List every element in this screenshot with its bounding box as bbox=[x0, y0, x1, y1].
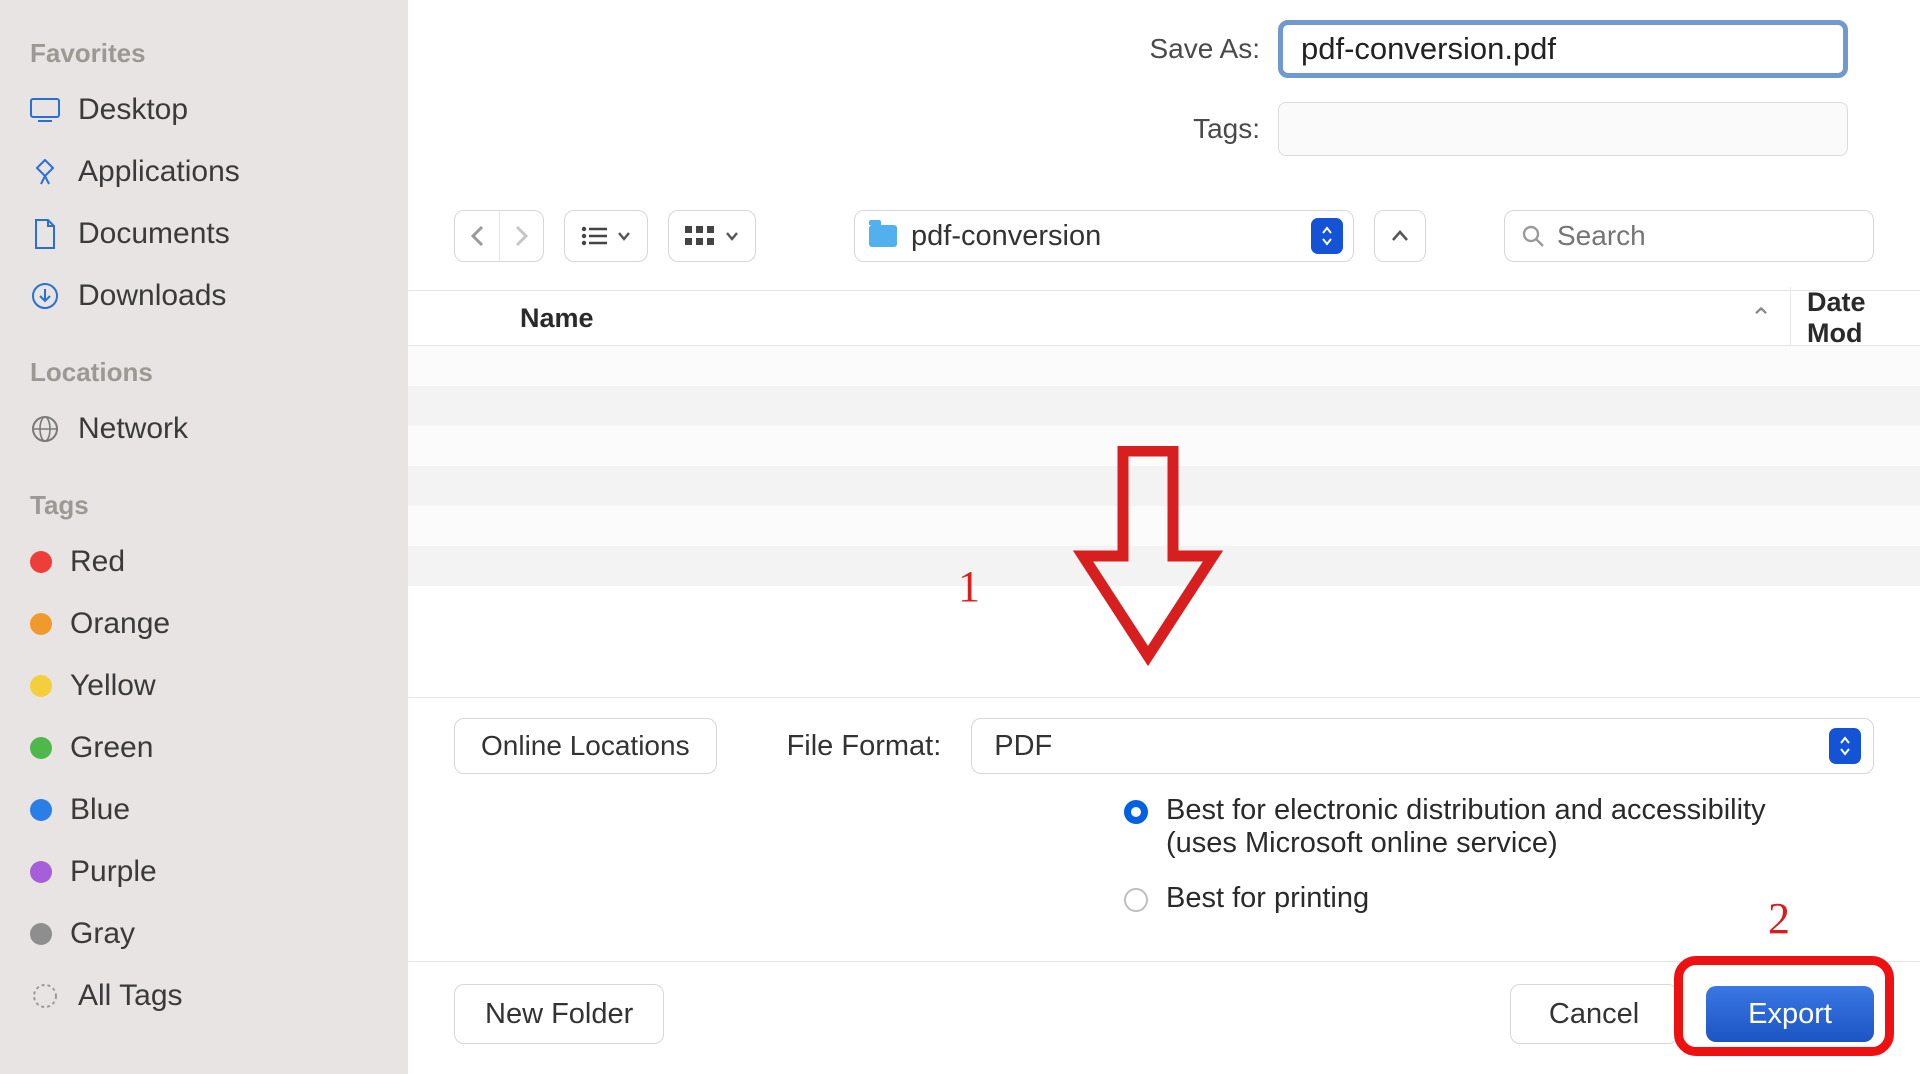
tags-input[interactable] bbox=[1278, 102, 1848, 156]
tags-label: Tags: bbox=[408, 113, 1278, 145]
sidebar-item-label: Green bbox=[70, 731, 153, 765]
radio-icon bbox=[1124, 800, 1148, 824]
sidebar-section-tags: Tags bbox=[0, 482, 408, 531]
all-tags-icon bbox=[30, 981, 60, 1011]
radio-best-printing[interactable]: Best for printing bbox=[1124, 882, 1874, 915]
tag-dot-icon bbox=[30, 551, 52, 573]
sidebar-tag-green[interactable]: Green bbox=[0, 717, 408, 779]
tag-dot-icon bbox=[30, 923, 52, 945]
chevron-down-icon bbox=[617, 231, 631, 241]
sidebar-tag-purple[interactable]: Purple bbox=[0, 841, 408, 903]
sidebar-item-label: Yellow bbox=[70, 669, 156, 703]
radio-label-line: Best for electronic distribution and acc… bbox=[1166, 794, 1766, 827]
collapse-button[interactable] bbox=[1374, 210, 1426, 262]
sidebar-item-documents[interactable]: Documents bbox=[0, 203, 408, 265]
search-field[interactable] bbox=[1504, 210, 1874, 262]
tag-dot-icon bbox=[30, 737, 52, 759]
sidebar-section-locations: Locations bbox=[0, 349, 408, 398]
grid-icon bbox=[685, 226, 715, 246]
sidebar-tag-all[interactable]: All Tags bbox=[0, 965, 408, 1027]
file-format-value: PDF bbox=[994, 730, 1052, 763]
radio-icon bbox=[1124, 888, 1148, 912]
sidebar-item-label: Documents bbox=[78, 217, 230, 251]
sidebar-item-label: Purple bbox=[70, 855, 157, 889]
sidebar-item-label: Applications bbox=[78, 155, 240, 189]
chevron-up-icon bbox=[1391, 230, 1409, 242]
updown-chevron-icon bbox=[1311, 218, 1343, 254]
sort-indicator-icon[interactable]: ⌃ bbox=[1732, 303, 1790, 334]
folder-icon bbox=[869, 225, 897, 247]
tag-dot-icon bbox=[30, 861, 52, 883]
sidebar-tag-yellow[interactable]: Yellow bbox=[0, 655, 408, 717]
sidebar-item-label: Downloads bbox=[78, 279, 226, 313]
sidebar-section-favorites: Favorites bbox=[0, 30, 408, 79]
sidebar-item-label: Desktop bbox=[78, 93, 188, 127]
sidebar-item-downloads[interactable]: Downloads bbox=[0, 265, 408, 327]
sidebar-item-applications[interactable]: Applications bbox=[0, 141, 408, 203]
sidebar-item-label: Red bbox=[70, 545, 125, 579]
documents-icon bbox=[30, 219, 60, 249]
toolbar: pdf-conversion bbox=[408, 210, 1920, 290]
dialog-footer: New Folder Cancel Export bbox=[408, 961, 1920, 1074]
column-name[interactable]: Name bbox=[408, 303, 1732, 334]
back-button[interactable] bbox=[455, 211, 499, 261]
sidebar: Favorites Desktop Applications Documents… bbox=[0, 0, 408, 1074]
applications-icon bbox=[30, 157, 60, 187]
nav-buttons bbox=[454, 210, 544, 262]
search-icon bbox=[1521, 224, 1545, 248]
sidebar-item-label: Network bbox=[78, 412, 188, 446]
view-group-button[interactable] bbox=[668, 210, 756, 262]
sidebar-item-label: Blue bbox=[70, 793, 130, 827]
export-button[interactable]: Export bbox=[1706, 986, 1874, 1042]
online-locations-button[interactable]: Online Locations bbox=[454, 718, 717, 774]
chevron-down-icon bbox=[725, 231, 739, 241]
updown-chevron-icon bbox=[1829, 728, 1861, 764]
tag-dot-icon bbox=[30, 799, 52, 821]
tag-dot-icon bbox=[30, 613, 52, 635]
view-list-button[interactable] bbox=[564, 210, 648, 262]
table-header: Name ⌃ Date Mod bbox=[408, 290, 1920, 346]
file-list: 1 bbox=[408, 346, 1920, 697]
network-icon bbox=[30, 414, 60, 444]
file-format-select[interactable]: PDF bbox=[971, 718, 1874, 774]
file-format-label: File Format: bbox=[787, 730, 942, 763]
search-input[interactable] bbox=[1557, 220, 1918, 252]
forward-button[interactable] bbox=[499, 211, 543, 261]
location-select[interactable]: pdf-conversion bbox=[854, 210, 1354, 262]
sidebar-item-network[interactable]: Network bbox=[0, 398, 408, 460]
desktop-icon bbox=[30, 95, 60, 125]
new-folder-button[interactable]: New Folder bbox=[454, 984, 664, 1044]
sidebar-tag-blue[interactable]: Blue bbox=[0, 779, 408, 841]
radio-label-line: (uses Microsoft online service) bbox=[1166, 827, 1766, 860]
radio-best-electronic[interactable]: Best for electronic distribution and acc… bbox=[1124, 794, 1874, 860]
sidebar-item-label: Gray bbox=[70, 917, 135, 951]
save-dialog: Favorites Desktop Applications Documents… bbox=[0, 0, 1920, 1074]
save-as-label: Save As: bbox=[408, 33, 1278, 65]
sidebar-item-label: All Tags bbox=[78, 979, 183, 1013]
column-date-modified[interactable]: Date Mod bbox=[1790, 287, 1920, 349]
sidebar-tag-red[interactable]: Red bbox=[0, 531, 408, 593]
sidebar-tag-gray[interactable]: Gray bbox=[0, 903, 408, 965]
sidebar-item-desktop[interactable]: Desktop bbox=[0, 79, 408, 141]
main-panel: Save As: Tags: pdf-con bbox=[408, 0, 1920, 1074]
save-form: Save As: Tags: bbox=[408, 0, 1920, 210]
list-icon bbox=[581, 226, 607, 246]
sidebar-item-label: Orange bbox=[70, 607, 170, 641]
format-section: Online Locations File Format: PDF Best f… bbox=[408, 697, 1920, 961]
cancel-button[interactable]: Cancel bbox=[1510, 984, 1678, 1044]
sidebar-tag-orange[interactable]: Orange bbox=[0, 593, 408, 655]
downloads-icon bbox=[30, 281, 60, 311]
tag-dot-icon bbox=[30, 675, 52, 697]
radio-label-line: Best for printing bbox=[1166, 882, 1369, 915]
location-label: pdf-conversion bbox=[911, 220, 1101, 253]
save-as-input[interactable] bbox=[1278, 20, 1848, 78]
